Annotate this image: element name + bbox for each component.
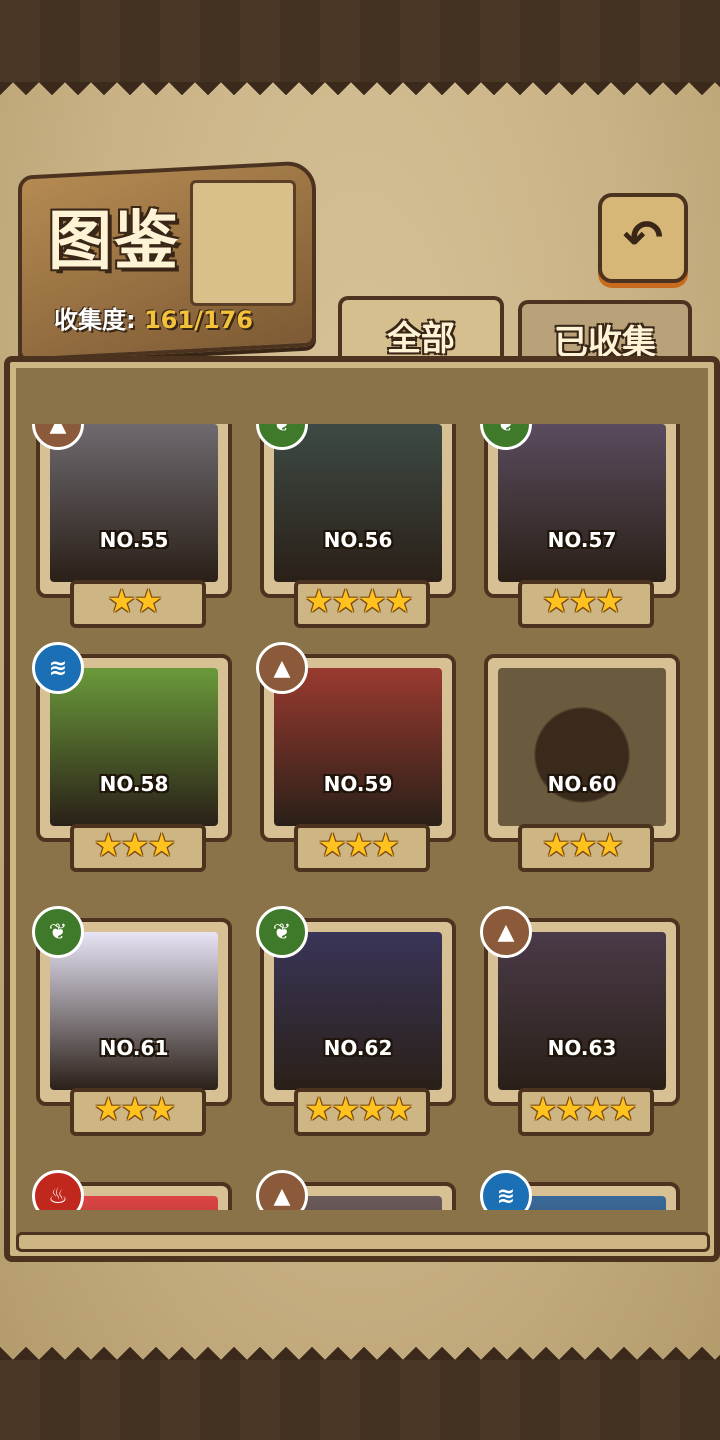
back-arrow-icon: ↶ bbox=[622, 210, 664, 266]
character-portrait bbox=[498, 424, 666, 582]
top-border bbox=[0, 0, 720, 82]
back-button[interactable]: ↶ bbox=[598, 193, 688, 283]
character-card[interactable]: ★★★ NO.58 ≋ bbox=[32, 642, 232, 880]
page-title: 图鉴 bbox=[48, 205, 180, 279]
character-portrait bbox=[274, 424, 442, 582]
card-number: NO.61 bbox=[99, 1036, 169, 1060]
card-number: NO.63 bbox=[547, 1036, 617, 1060]
character-portrait bbox=[498, 932, 666, 1090]
character-card[interactable]: ★★★ NO.57 ❦ bbox=[480, 424, 680, 636]
collection-progress: 收集度: 161/176 bbox=[54, 300, 253, 335]
character-card[interactable]: ♨ bbox=[32, 1170, 232, 1210]
collection-label: 收集度: bbox=[54, 306, 136, 334]
card-number: NO.58 bbox=[99, 772, 169, 796]
card-number: NO.56 bbox=[323, 528, 393, 552]
rarity-stars: ★★★ bbox=[541, 582, 624, 620]
rarity-stars: ★★ bbox=[107, 582, 162, 620]
earth-element-icon: ▲ bbox=[256, 642, 308, 694]
card-number: NO.60 bbox=[547, 772, 617, 796]
rarity-stars: ★★★★ bbox=[528, 1090, 638, 1128]
card-number: NO.55 bbox=[99, 528, 169, 552]
earth-element-icon: ▲ bbox=[480, 906, 532, 958]
fire-element-icon: ♨ bbox=[32, 1170, 84, 1210]
rarity-stars: ★★★★ bbox=[304, 1090, 414, 1128]
card-number: NO.62 bbox=[323, 1036, 393, 1060]
water-element-icon: ≋ bbox=[480, 1170, 532, 1210]
card-number: NO.59 bbox=[323, 772, 393, 796]
character-portrait bbox=[498, 668, 666, 826]
character-portrait bbox=[50, 668, 218, 826]
nature-element-icon: ❦ bbox=[256, 906, 308, 958]
character-card[interactable]: ▲ bbox=[256, 1170, 456, 1210]
character-card[interactable]: ★★★★ NO.56 ❦ bbox=[256, 424, 456, 636]
character-card[interactable]: ★★★ NO.59 ▲ bbox=[256, 642, 456, 880]
character-card[interactable]: ≋ bbox=[480, 1170, 680, 1210]
character-portrait bbox=[274, 932, 442, 1090]
character-portrait bbox=[274, 668, 442, 826]
rarity-stars: ★★★ bbox=[317, 826, 400, 864]
bottom-border bbox=[0, 1360, 720, 1440]
character-card[interactable]: ★★★ NO.61 ❦ bbox=[32, 906, 232, 1144]
panel-bottom-bar bbox=[16, 1232, 710, 1252]
book-page-decoration bbox=[190, 180, 296, 306]
earth-element-icon: ▲ bbox=[256, 1170, 308, 1210]
nature-element-icon: ❦ bbox=[32, 906, 84, 958]
rarity-stars: ★★★ bbox=[93, 826, 176, 864]
character-card[interactable]: ★★★★ NO.62 ❦ bbox=[256, 906, 456, 1144]
character-portrait bbox=[50, 424, 218, 582]
character-card[interactable]: ★★★★ NO.63 ▲ bbox=[480, 906, 680, 1144]
character-card[interactable]: ★★★ NO.60 bbox=[484, 654, 680, 880]
card-number: NO.57 bbox=[547, 528, 617, 552]
zigzag-bottom bbox=[0, 1334, 720, 1360]
character-portrait bbox=[50, 932, 218, 1090]
character-card[interactable]: ★★ NO.55 ▲ bbox=[32, 424, 232, 636]
collection-value: 161/176 bbox=[143, 306, 253, 334]
zigzag-top bbox=[0, 82, 720, 108]
rarity-stars: ★★★ bbox=[541, 826, 624, 864]
water-element-icon: ≋ bbox=[32, 642, 84, 694]
character-grid[interactable]: ★★ NO.55 ▲ ★★★★ NO.56 ❦ ★★★ NO.57 ❦ ★★★ NO.58 ≋ ★★★ N… bbox=[26, 424, 692, 1210]
rarity-stars: ★★★ bbox=[93, 1090, 176, 1128]
rarity-stars: ★★★★ bbox=[304, 582, 414, 620]
